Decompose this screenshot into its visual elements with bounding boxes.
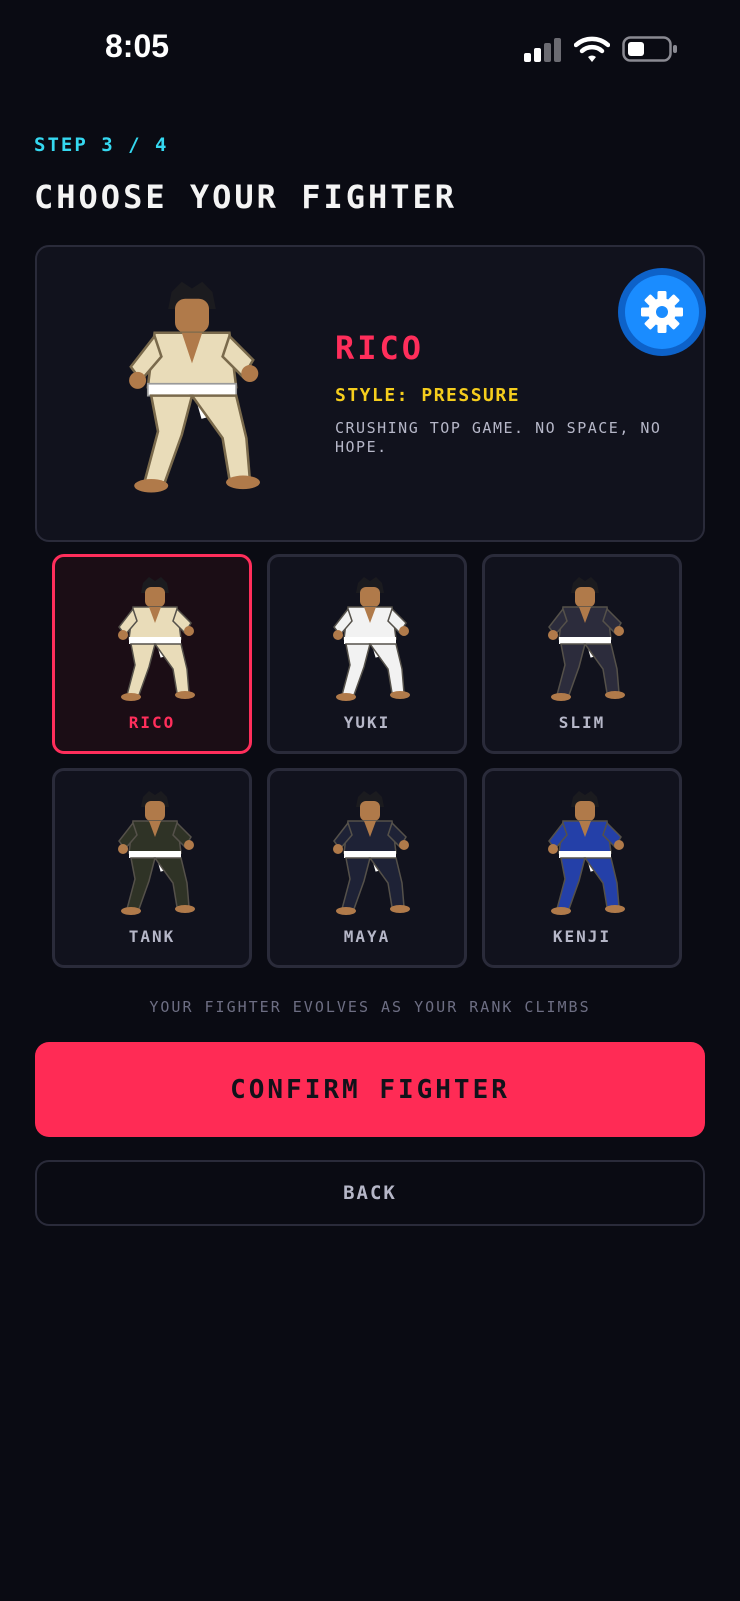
fighter-sprite bbox=[118, 577, 195, 701]
selected-fighter-preview: RICO STYLE: PRESSURE CRUSHING TOP GAME. … bbox=[35, 245, 705, 542]
fighter-card-label: YUKI bbox=[343, 713, 391, 732]
fighter-card-label: KENJI bbox=[552, 927, 612, 946]
cellular-signal-icon bbox=[524, 38, 561, 62]
status-bar: 8:05 bbox=[0, 0, 740, 100]
fighter-description: CRUSHING TOP GAME. NO SPACE, NO HOPE. bbox=[335, 419, 662, 456]
fighter-sprite bbox=[118, 791, 195, 915]
fighter-card-label: RICO bbox=[128, 713, 176, 732]
fighter-card-maya[interactable]: MAYA bbox=[267, 768, 467, 968]
confirm-fighter-button[interactable]: CONFIRM FIGHTER bbox=[35, 1042, 705, 1137]
back-button[interactable]: BACK bbox=[35, 1160, 705, 1226]
fighter-name: RICO bbox=[335, 329, 425, 367]
settings-button-inner bbox=[625, 275, 699, 349]
fighter-sprite bbox=[333, 791, 410, 915]
fighter-sprite bbox=[548, 791, 625, 915]
fighter-card-kenji[interactable]: KENJI bbox=[482, 768, 682, 968]
fighter-card-tank[interactable]: TANK bbox=[52, 768, 252, 968]
rank-hint: YOUR FIGHTER EVOLVES AS YOUR RANK CLIMBS bbox=[149, 998, 591, 1016]
fighter-sprite bbox=[333, 577, 410, 701]
battery-icon bbox=[622, 36, 677, 62]
fighter-card-label: TANK bbox=[128, 927, 176, 946]
status-time: 8:05 bbox=[105, 28, 170, 64]
fighter-card-rico[interactable]: RICO bbox=[52, 554, 252, 754]
fighter-portrait-rico bbox=[129, 281, 260, 493]
page-title: CHOOSE YOUR FIGHTER bbox=[34, 178, 458, 216]
settings-button[interactable] bbox=[618, 268, 706, 356]
fighter-card-yuki[interactable]: YUKI bbox=[267, 554, 467, 754]
step-indicator: STEP 3 / 4 bbox=[34, 134, 169, 156]
fighter-sprite bbox=[548, 577, 625, 701]
gear-icon bbox=[641, 291, 683, 333]
wifi-icon bbox=[574, 36, 610, 62]
fighter-style: STYLE: PRESSURE bbox=[335, 385, 521, 406]
fighter-card-slim[interactable]: SLIM bbox=[482, 554, 682, 754]
fighter-card-label: MAYA bbox=[343, 927, 391, 946]
fighter-card-label: SLIM bbox=[558, 713, 606, 732]
